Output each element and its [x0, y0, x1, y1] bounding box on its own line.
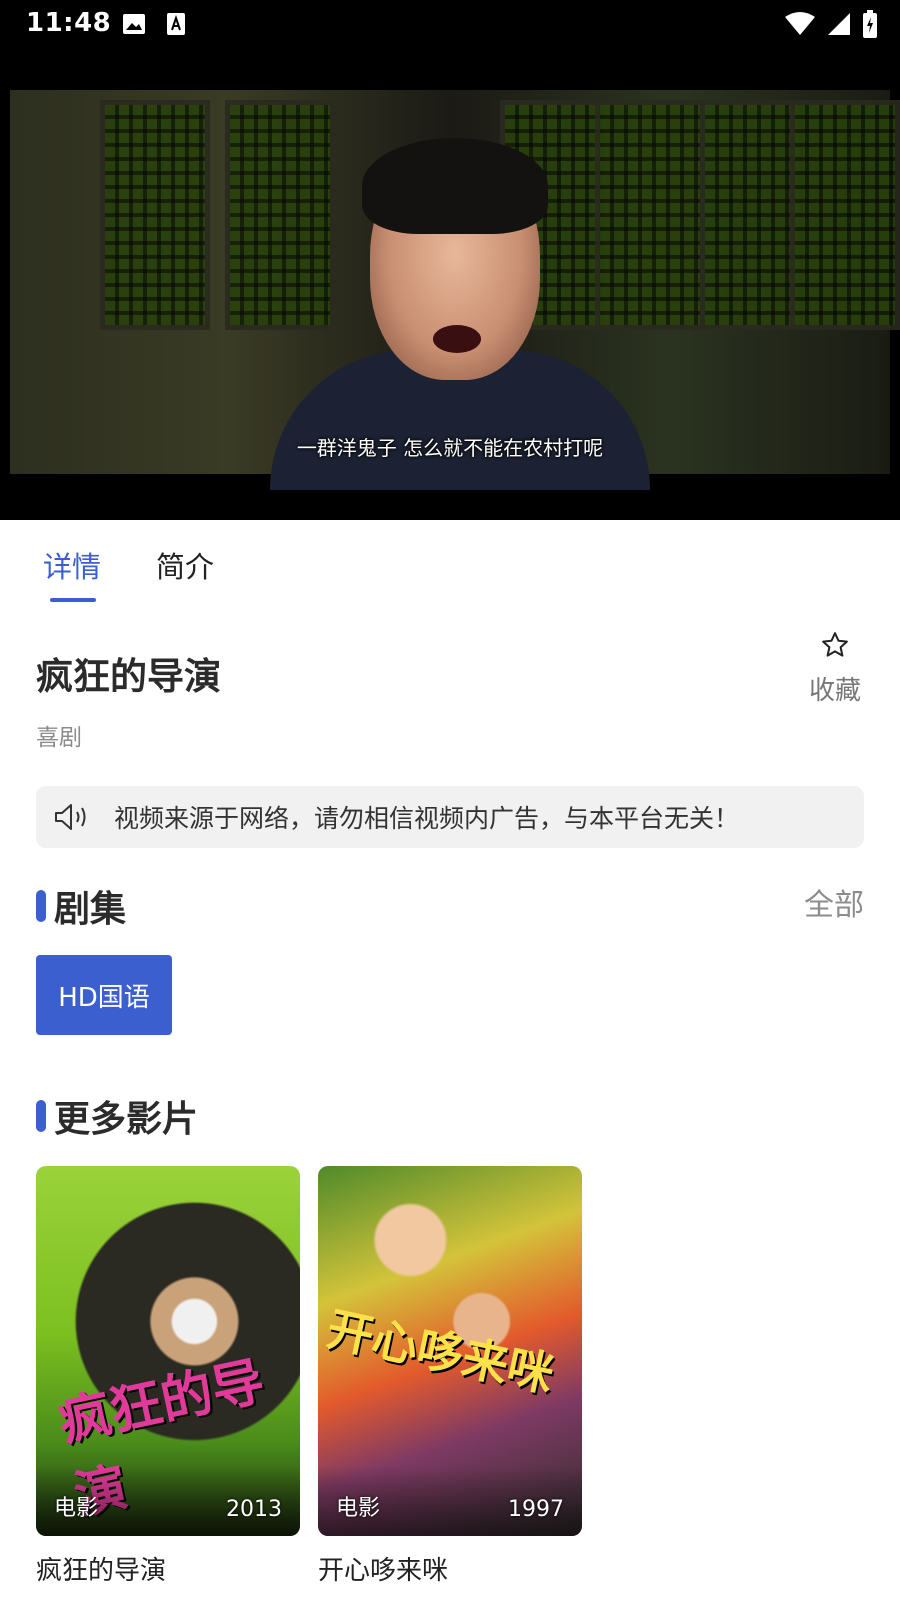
- movie-genre: 喜剧: [36, 725, 82, 751]
- font-notification-icon: [167, 13, 185, 35]
- more-header: 更多影片: [36, 1090, 198, 1142]
- episodes-title: 剧集: [54, 889, 127, 930]
- movie-card-name[interactable]: 开心哆来咪: [318, 1550, 448, 1587]
- movie-card-poster[interactable]: 开心哆来咪 电影 1997: [318, 1166, 582, 1536]
- speaker-icon: [55, 804, 86, 830]
- system-icons: [784, 10, 878, 38]
- tab-indicator: [50, 598, 96, 602]
- video-player[interactable]: 一群洋鬼子 怎么就不能在农村打呢: [0, 48, 900, 520]
- movie-title: 疯狂的导演: [36, 655, 221, 698]
- star-icon: [822, 632, 848, 657]
- poster-tag: 电影: [336, 1496, 381, 1521]
- episode-hd-button[interactable]: HD国语: [36, 955, 172, 1035]
- favorite-button[interactable]: 收藏: [800, 630, 870, 707]
- notification-icons: [122, 12, 188, 36]
- more-title: 更多影片: [54, 1099, 199, 1140]
- battery-icon: [863, 10, 877, 38]
- section-accent-bar: [36, 1100, 46, 1132]
- favorite-label: 收藏: [808, 676, 861, 706]
- movie-card-name[interactable]: 疯狂的导演: [36, 1550, 166, 1587]
- signal-icon: [828, 13, 850, 35]
- notice-text: 视频来源于网络，请勿相信视频内广告，与本平台无关！: [114, 804, 740, 833]
- status-time: 11:48: [26, 8, 112, 38]
- section-accent-bar: [36, 890, 46, 922]
- tab-details[interactable]: 详情: [43, 544, 101, 586]
- poster-year: 2013: [226, 1497, 282, 1522]
- episodes-header: 剧集: [36, 880, 126, 932]
- notice-banner: 视频来源于网络，请勿相信视频内广告，与本平台无关！: [36, 786, 864, 848]
- detail-tabs: 详情 简介: [0, 520, 900, 602]
- image-notification-icon: [123, 14, 145, 34]
- video-subtitle: 一群洋鬼子 怎么就不能在农村打呢: [296, 436, 604, 460]
- movie-card-poster[interactable]: 疯狂的导演 电影 2013: [36, 1166, 300, 1536]
- tab-intro[interactable]: 简介: [156, 544, 214, 586]
- episodes-all-button[interactable]: 全部: [804, 880, 864, 924]
- poster-tag: 电影: [54, 1496, 99, 1521]
- status-bar: 11:48: [0, 0, 900, 48]
- video-frame: [10, 90, 900, 490]
- wifi-icon: [785, 12, 815, 35]
- poster-year: 1997: [508, 1497, 564, 1522]
